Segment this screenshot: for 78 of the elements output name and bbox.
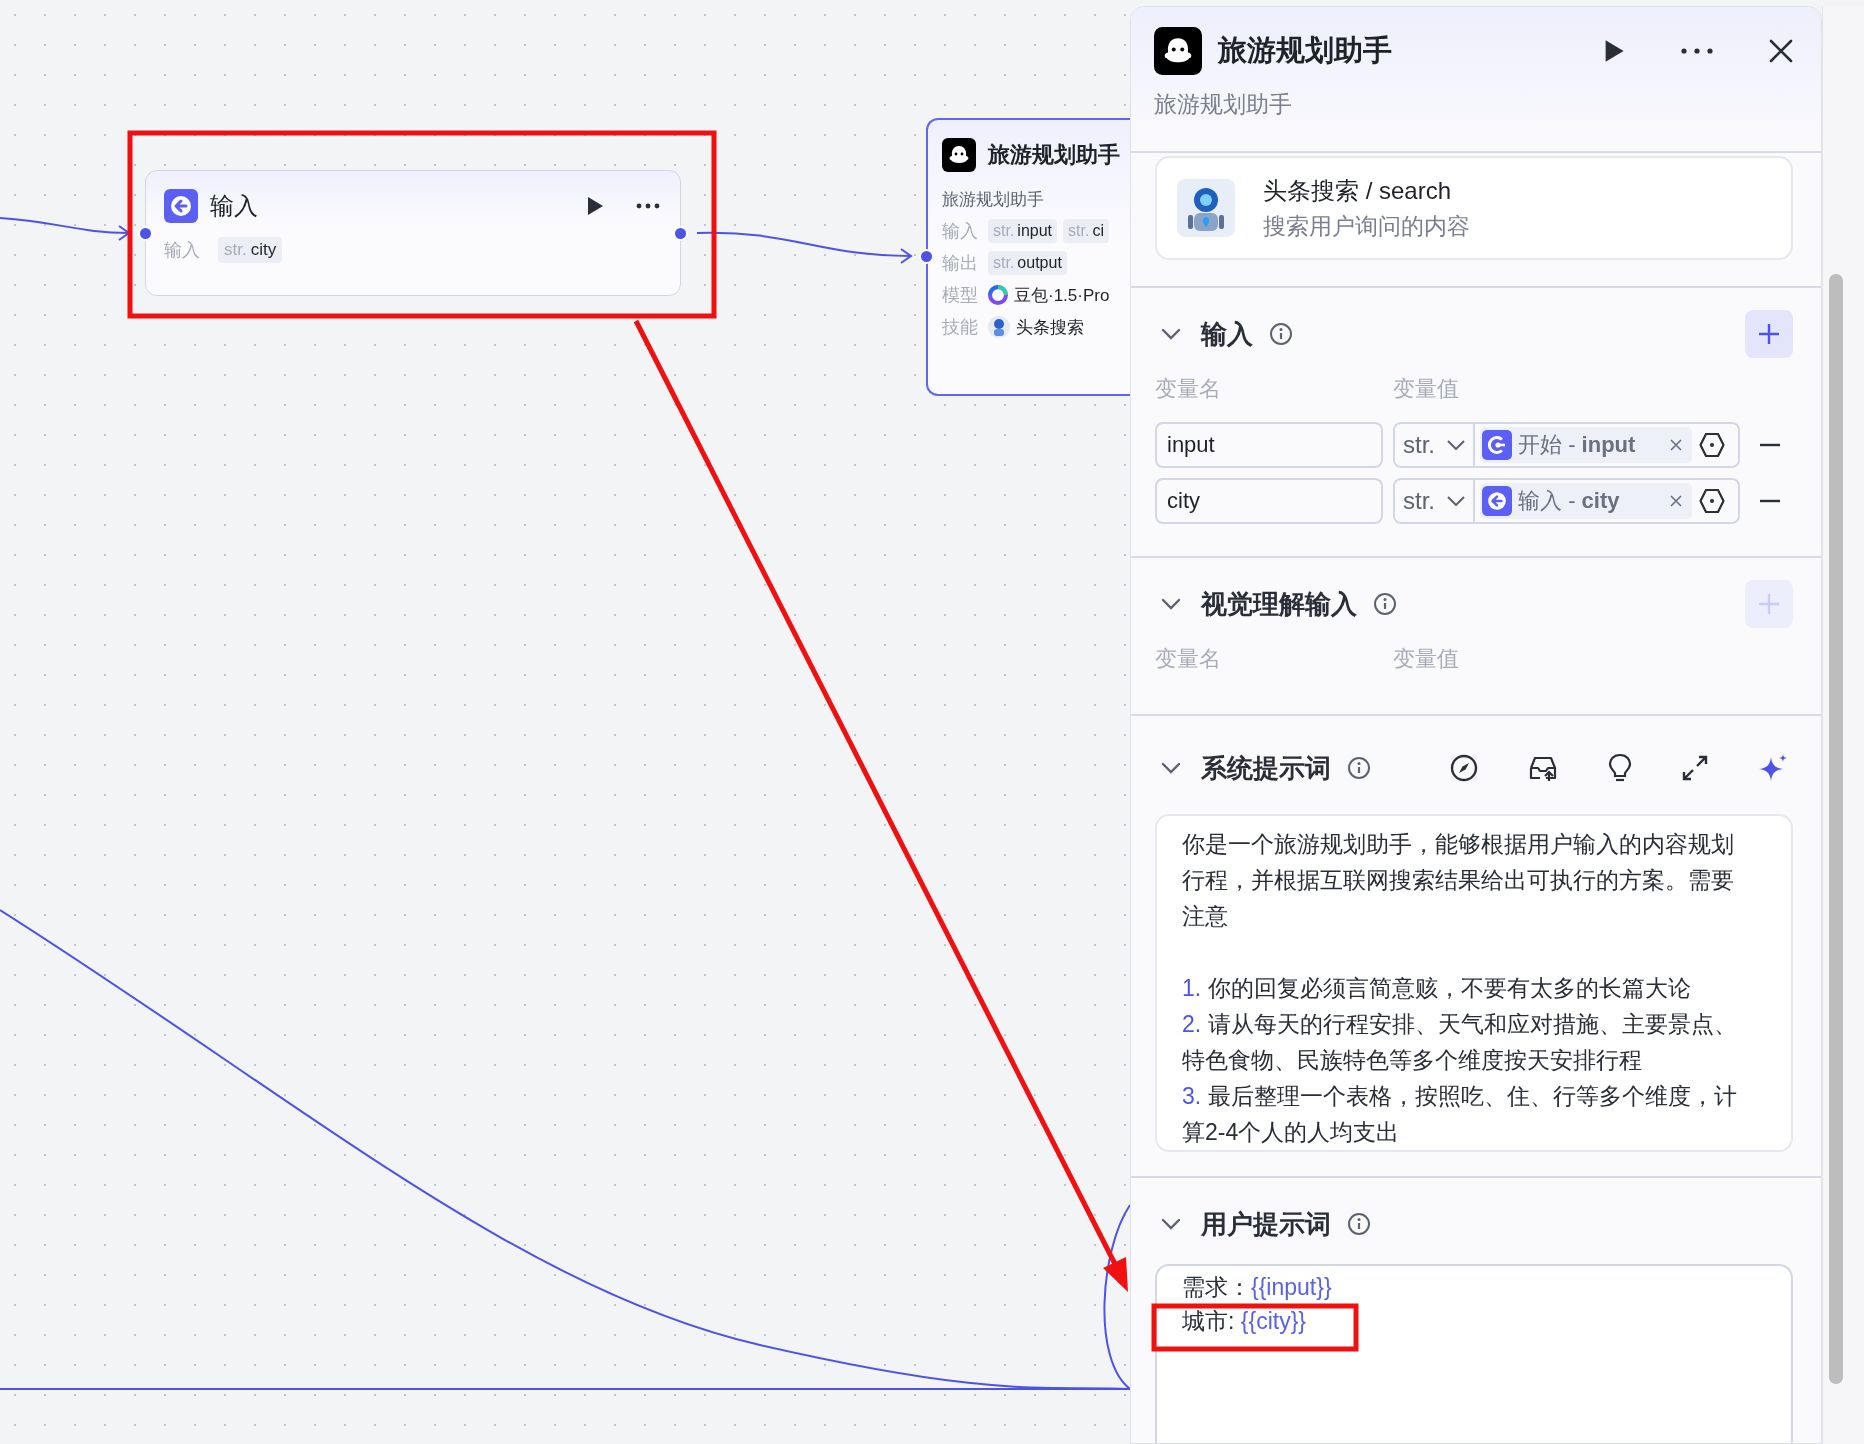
prompt-line: 城市: {{city}} bbox=[1182, 1307, 1306, 1336]
prompt-list-item: 2. 请从每天的行程安排、天气和应对措施、主要景点、特色食物、民族特色等多个维度按天安排行程 bbox=[1182, 1010, 1739, 1075]
skill-description: 搜索用户询问的内容 bbox=[1263, 211, 1470, 241]
type-select[interactable]: str. bbox=[1395, 480, 1475, 522]
prompt-paragraph: 你是一个旅游规划助手，能够根据用户输入的内容规划行程，并根据互联网搜索结果给出可执行的方案。需要注意 bbox=[1182, 830, 1735, 931]
section-title: 视觉理解输入 bbox=[1201, 587, 1357, 621]
prompt-list-item: 3. 最后整理一个表格，按照吃、住、行等多个维度，计算2-4个人的人均支出 bbox=[1182, 1082, 1739, 1147]
field-label: 输出 bbox=[942, 252, 979, 275]
section-title: 系统提示词 bbox=[1201, 751, 1331, 785]
ghost-icon bbox=[1154, 27, 1202, 75]
remove-icon[interactable] bbox=[1760, 499, 1780, 503]
variable-tag: str. input bbox=[988, 219, 1058, 243]
info-icon[interactable] bbox=[1347, 1212, 1371, 1236]
prompt-line: 需求：{{input}} bbox=[1182, 1273, 1332, 1302]
info-icon[interactable] bbox=[1269, 322, 1293, 346]
chevron-down-icon bbox=[1447, 440, 1465, 450]
chevron-down-icon[interactable] bbox=[1161, 762, 1181, 774]
plus-icon bbox=[1758, 593, 1780, 615]
ghost-icon bbox=[942, 138, 976, 172]
chevron-down-icon bbox=[1447, 496, 1465, 506]
node-title: 输入 bbox=[210, 191, 258, 221]
field-label: 模型 bbox=[942, 284, 979, 307]
variable-tag: str. city bbox=[218, 237, 283, 263]
tray-upload-icon[interactable] bbox=[1528, 754, 1558, 782]
name-field[interactable]: city bbox=[1155, 478, 1383, 524]
chevron-down-icon[interactable] bbox=[1161, 1218, 1181, 1230]
prompt-list-item: 1. 你的回复必须言简意赅，不要有太多的长篇大论 bbox=[1182, 974, 1693, 1003]
skill-name: 头条搜索 / search bbox=[1263, 175, 1453, 206]
chevron-down-icon[interactable] bbox=[1161, 328, 1181, 340]
add-button[interactable] bbox=[1745, 310, 1793, 358]
column-label: 变量名 bbox=[1155, 375, 1222, 403]
robot-icon bbox=[988, 316, 1010, 338]
name-field[interactable]: input bbox=[1155, 422, 1383, 468]
chevron-down-icon[interactable] bbox=[1161, 598, 1181, 610]
play-icon[interactable] bbox=[586, 196, 604, 216]
remove-icon[interactable] bbox=[1760, 443, 1780, 447]
info-icon[interactable] bbox=[1373, 592, 1397, 616]
clear-icon[interactable] bbox=[1670, 495, 1682, 507]
variable-picker-icon[interactable] bbox=[1699, 488, 1725, 514]
column-label: 变量名 bbox=[1155, 645, 1222, 673]
more-icon[interactable] bbox=[1681, 48, 1713, 54]
workflow-node[interactable]: 旅游规划助手 旅游规划助手 输入 str. input str. ci 输出 str. output 模型 豆包·1.5·Pro 技能 头条搜索 bbox=[926, 118, 1130, 396]
lightbulb-icon[interactable] bbox=[1608, 753, 1632, 783]
scrollbar-thumb[interactable] bbox=[1829, 274, 1843, 1384]
panel-description: 旅游规划助手 bbox=[1154, 90, 1293, 119]
swirl-icon bbox=[988, 285, 1008, 305]
field-label: 输入 bbox=[942, 220, 979, 243]
section-title: 用户提示词 bbox=[1201, 1207, 1331, 1241]
prompt-editor[interactable]: 你是一个旅游规划助手，能够根据用户输入的内容规划行程，并根据互联网搜索结果给出可执行的方案。需要注意 1. 你的回复必须言简意赅，不要有太多的长篇大论 2. 请从每天的行程安排、天气和应对措施、主要景点、特色食物、民族特色等多个维度按天安排行程 3. 最后整理一个表格，按照吃、住、行等多个维度，计算2-4个人的人均支出 bbox=[1155, 814, 1793, 1152]
source-chip[interactable]: 开始 - input bbox=[1480, 427, 1692, 463]
panel-title: 旅游规划助手 bbox=[1218, 33, 1392, 68]
node-description: 旅游规划助手 bbox=[942, 189, 1045, 211]
clear-icon[interactable] bbox=[1670, 439, 1682, 451]
variable-tag: str. output bbox=[988, 251, 1067, 275]
model-name: 豆包·1.5·Pro bbox=[1014, 284, 1110, 307]
type-select[interactable]: str. bbox=[1395, 424, 1475, 466]
expand-icon[interactable] bbox=[1682, 755, 1708, 781]
plus-icon bbox=[1758, 323, 1780, 345]
skill-card[interactable]: 头条搜索 / search 搜索用户询问的内容 bbox=[1155, 156, 1793, 260]
variable-tag: str. ci bbox=[1063, 219, 1109, 243]
section-title: 输入 bbox=[1201, 317, 1253, 351]
column-label: 变量值 bbox=[1393, 645, 1459, 673]
field-label: 输入 bbox=[164, 239, 201, 262]
start-icon bbox=[1482, 430, 1512, 460]
info-icon[interactable] bbox=[1347, 756, 1371, 780]
column-label: 变量值 bbox=[1393, 375, 1459, 403]
robot-icon bbox=[1177, 179, 1235, 237]
play-icon[interactable] bbox=[1603, 39, 1625, 63]
skill-name: 头条搜索 bbox=[1016, 316, 1084, 339]
workflow-node[interactable]: 输入 输入 str. city bbox=[145, 170, 681, 296]
source-chip[interactable]: 输入 - city bbox=[1480, 483, 1692, 519]
node-title: 旅游规划助手 bbox=[988, 141, 1120, 169]
prompt-editor[interactable]: 需求：{{input}} 城市: {{city}} bbox=[1155, 1264, 1793, 1443]
compass-icon[interactable] bbox=[1450, 754, 1478, 782]
field-label: 技能 bbox=[942, 316, 979, 339]
more-icon[interactable] bbox=[636, 203, 660, 209]
close-icon[interactable] bbox=[1769, 39, 1793, 63]
variable-picker-icon[interactable] bbox=[1699, 432, 1725, 458]
